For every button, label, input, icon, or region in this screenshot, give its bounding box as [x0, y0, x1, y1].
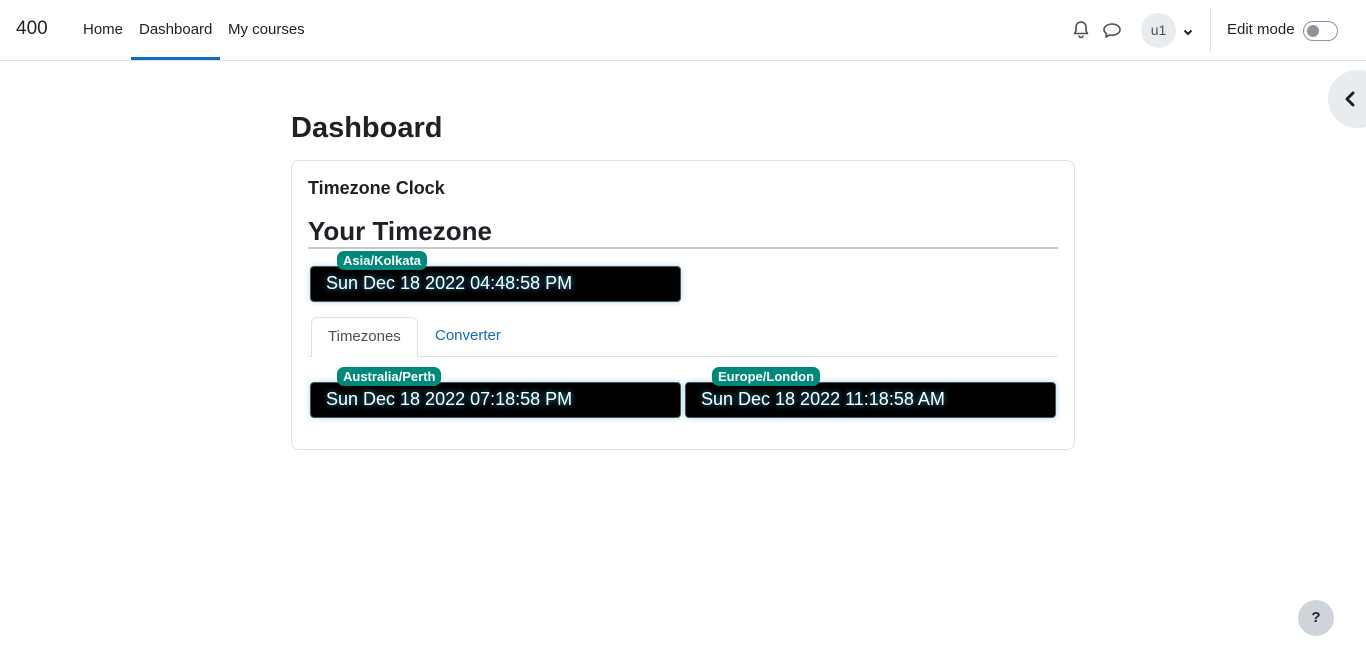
site-brand[interactable]: 400	[16, 18, 48, 40]
tab-converter[interactable]: Converter	[419, 317, 517, 357]
clock-time: Sun Dec 18 2022 04:48:58 PM	[326, 273, 573, 293]
chevron-down-icon[interactable]	[1182, 25, 1194, 37]
edit-mode-label: Edit mode	[1227, 21, 1295, 38]
local-clock: Asia/Kolkata Sun Dec 18 2022 04:48:58 PM	[310, 251, 681, 302]
clock-time: Sun Dec 18 2022 11:18:58 AM	[701, 389, 945, 409]
page-title: Dashboard	[291, 112, 443, 144]
tab-timezones[interactable]: Timezones	[311, 317, 418, 357]
top-navbar: 400 Home Dashboard My courses u1 Edit mo…	[0, 0, 1366, 61]
edit-mode-toggle[interactable]	[1303, 21, 1338, 41]
timezone-badge: Asia/Kolkata	[337, 251, 428, 270]
block-title: Timezone Clock	[308, 178, 445, 198]
chevron-left-icon	[1345, 91, 1355, 107]
chat-icon[interactable]	[1100, 18, 1124, 42]
toggle-knob	[1307, 25, 1319, 37]
world-clock: Australia/Perth Sun Dec 18 2022 07:18:58…	[310, 367, 681, 418]
user-avatar[interactable]: u1	[1141, 13, 1176, 48]
timezone-badge: Europe/London	[712, 367, 821, 386]
help-button[interactable]: ?	[1298, 600, 1334, 636]
clock-time: Sun Dec 18 2022 07:18:58 PM	[326, 389, 573, 409]
nav-my-courses-link[interactable]: My courses	[220, 0, 313, 60]
timezone-badge: Australia/Perth	[337, 367, 442, 386]
world-clock: Europe/London Sun Dec 18 2022 11:18:58 A…	[685, 367, 1056, 418]
timezone-tabs: Timezones Converter	[308, 317, 1058, 357]
your-timezone-heading: Your Timezone	[308, 216, 1058, 249]
bell-icon[interactable]	[1069, 18, 1093, 42]
navbar-divider	[1210, 8, 1211, 52]
timezone-clock-block: Timezone Clock Your Timezone Asia/Kolkat…	[291, 160, 1075, 450]
open-block-drawer-button[interactable]	[1328, 70, 1366, 128]
nav-home-link[interactable]: Home	[75, 0, 131, 60]
nav-dashboard-link[interactable]: Dashboard	[131, 0, 220, 60]
